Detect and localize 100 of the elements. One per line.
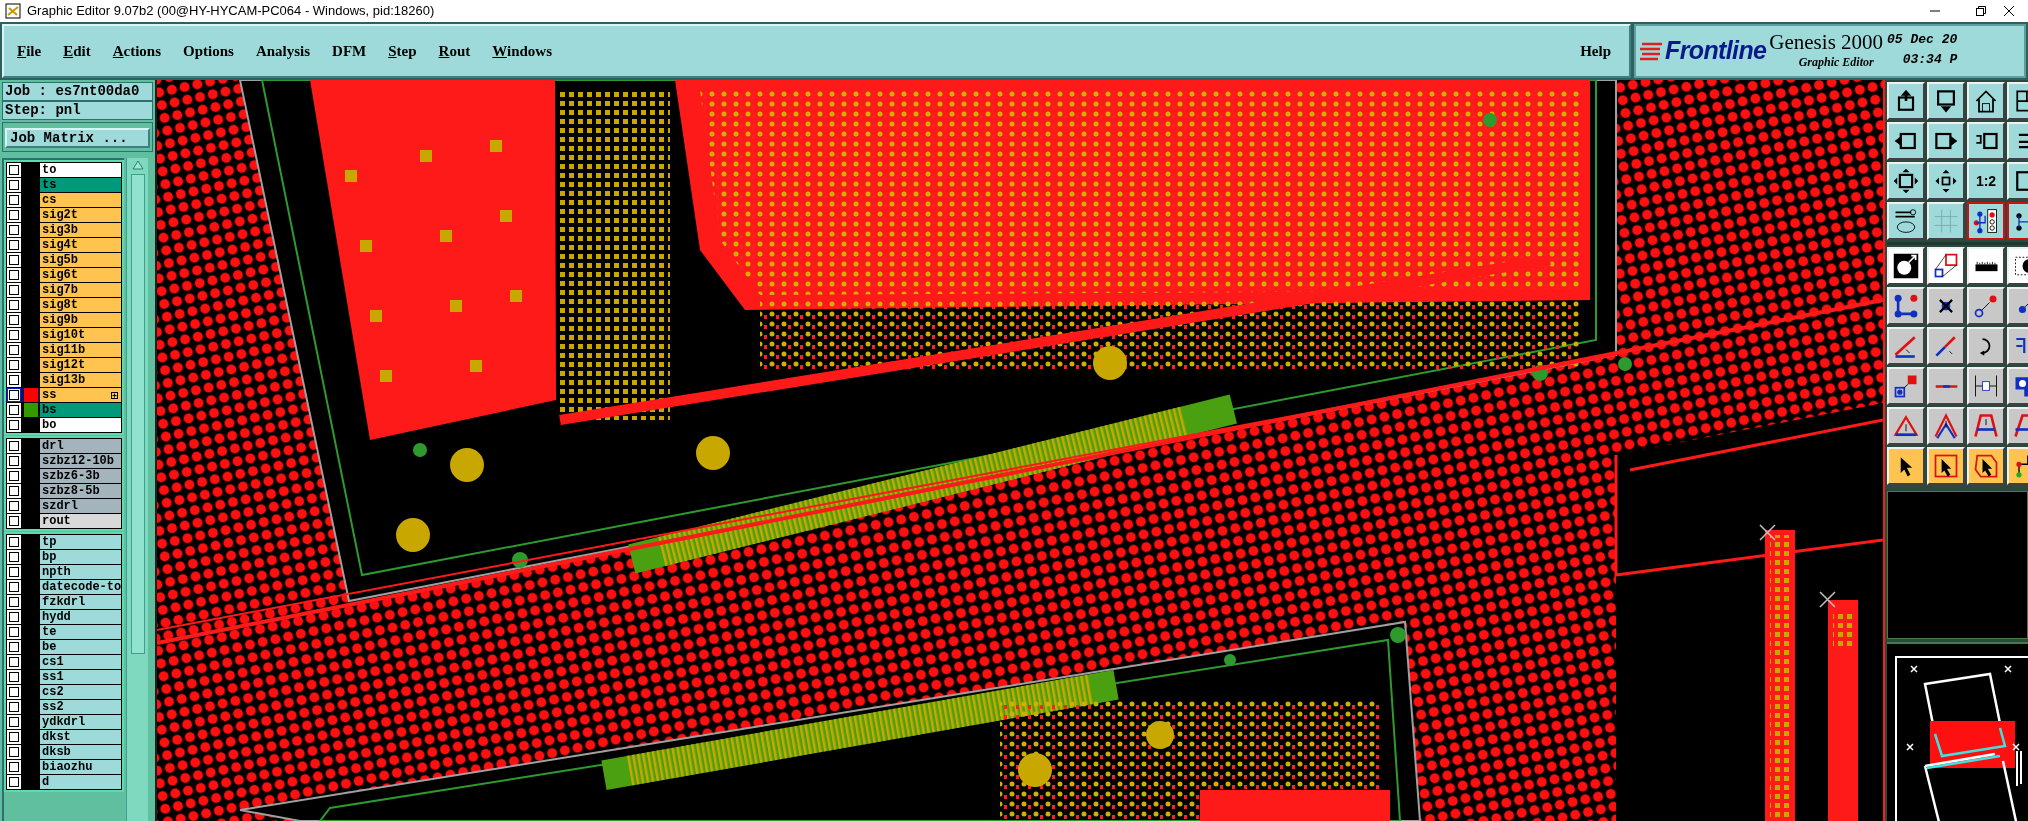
layer-row[interactable]: ydkdrl	[6, 715, 122, 729]
layer-row[interactable]: sig10t	[6, 328, 122, 342]
menu-item[interactable]: File	[17, 39, 42, 63]
layer-name[interactable]: sig2t	[40, 208, 121, 222]
layer-name[interactable]: cs1	[40, 655, 121, 669]
layer-row[interactable]: tp	[6, 535, 122, 549]
layer-row[interactable]: be	[6, 640, 122, 654]
layer-name[interactable]: to	[40, 163, 121, 177]
layer-name[interactable]: sig9b	[40, 313, 121, 327]
layer-name[interactable]: hydd	[40, 610, 121, 624]
layer-name[interactable]: bs	[40, 403, 121, 417]
layer-checkbox[interactable]	[7, 388, 21, 402]
layer-name[interactable]: cs	[40, 193, 121, 207]
layer-row[interactable]: cs2	[6, 685, 122, 699]
menu-item[interactable]: DFM	[332, 39, 367, 63]
time-text: 03:34 P	[1902, 50, 1958, 69]
layer-name[interactable]: sig3b	[40, 223, 121, 237]
layer-name[interactable]: szdrl	[40, 499, 121, 513]
layer-name[interactable]: npth	[40, 565, 121, 579]
layer-row[interactable]: sig8t	[6, 298, 122, 312]
layer-name[interactable]: szbz8-5b	[40, 484, 121, 498]
layer-row[interactable]: sig13b	[6, 373, 122, 387]
layer-name[interactable]: datecode-to	[40, 580, 122, 594]
scrollbar[interactable]	[126, 158, 148, 821]
layer-name[interactable]: sig4t	[40, 238, 121, 252]
layer-name[interactable]: ts	[40, 178, 121, 192]
layer-name[interactable]: dksb	[40, 745, 121, 759]
layer-name[interactable]: biaozhu	[40, 760, 121, 774]
layer-row[interactable]: bs	[6, 403, 122, 417]
layer-name[interactable]: szbz12-10b	[40, 454, 121, 468]
layer-row[interactable]: szdrl	[6, 499, 122, 513]
layer-row[interactable]: bp	[6, 550, 122, 564]
layer-row[interactable]: npth	[6, 565, 122, 579]
layer-row[interactable]: sig9b	[6, 313, 122, 327]
layer-row[interactable]: bo	[6, 418, 122, 432]
connected-dots-icon	[1892, 292, 1920, 320]
layer-row[interactable]: d	[6, 775, 122, 789]
layer-name[interactable]: sig10t	[40, 328, 121, 342]
layer-row[interactable]: datecode-to	[6, 580, 122, 594]
layer-row[interactable]: sig4t	[6, 238, 122, 252]
layer-row[interactable]: biaozhu	[6, 760, 122, 774]
menu-item[interactable]: Actions	[112, 39, 162, 63]
layer-name[interactable]: drl	[40, 439, 121, 453]
layer-name[interactable]: sig6t	[40, 268, 121, 282]
layer-name[interactable]: ss	[40, 388, 121, 402]
layer-name[interactable]: te	[40, 625, 121, 639]
layer-row[interactable]: te	[6, 625, 122, 639]
layer-row[interactable]: ss2	[6, 700, 122, 714]
menu-item[interactable]: Edit	[63, 39, 91, 63]
layer-row[interactable]: szbz6-3b	[6, 469, 122, 483]
layer-row[interactable]: sig6t	[6, 268, 122, 282]
layer-name[interactable]: bp	[40, 550, 121, 564]
layer-row[interactable]: fzkdrl	[6, 595, 122, 609]
layer-row[interactable]: szbz8-5b	[6, 484, 122, 498]
layer-row[interactable]: dkst	[6, 730, 122, 744]
layer-name[interactable]: fzkdrl	[40, 595, 121, 609]
layer-name[interactable]: cs2	[40, 685, 121, 699]
layer-row[interactable]: sig7b	[6, 283, 122, 297]
toolbar-button[interactable]	[1967, 202, 2005, 240]
layer-row[interactable]: sig11b	[6, 343, 122, 357]
layer-name[interactable]: sig12t	[40, 358, 121, 372]
layer-name[interactable]: sig13b	[40, 373, 121, 387]
scrollbar-thumb[interactable]	[130, 174, 145, 654]
layer-row[interactable]: sig3b	[6, 223, 122, 237]
layer-name[interactable]: bo	[40, 418, 121, 432]
menu-item[interactable]: Rout	[438, 39, 471, 63]
toolbar-button[interactable]: 1:2	[1967, 162, 2005, 200]
menu-item[interactable]: Windows	[492, 39, 553, 63]
layer-name[interactable]: sig5b	[40, 253, 121, 267]
layer-row[interactable]: to	[6, 163, 122, 177]
layer-name[interactable]: szbz6-3b	[40, 469, 121, 483]
layer-row[interactable]: szbz12-10b	[6, 454, 122, 468]
layer-name[interactable]: rout	[40, 514, 121, 528]
layer-name[interactable]: ss2	[40, 700, 121, 714]
job-matrix-button[interactable]: Job Matrix ...	[5, 128, 150, 148]
layer-row[interactable]: cs1	[6, 655, 122, 669]
layer-name[interactable]: d	[40, 775, 121, 789]
layer-row[interactable]: hydd	[6, 610, 122, 624]
help-menu[interactable]: Help	[1580, 39, 1611, 63]
menu-item[interactable]: Analysis	[255, 39, 311, 63]
layer-row[interactable]: drl	[6, 439, 122, 453]
layer-name[interactable]: be	[40, 640, 121, 654]
layer-name[interactable]: ydkdrl	[40, 715, 121, 729]
layer-row[interactable]: ts	[6, 178, 122, 192]
layer-row[interactable]: ss	[6, 388, 122, 402]
layer-row[interactable]: sig12t	[6, 358, 122, 372]
menu-item[interactable]: Options	[183, 39, 234, 63]
layer-row[interactable]: sig2t	[6, 208, 122, 222]
layer-name[interactable]: dkst	[40, 730, 121, 744]
layer-row[interactable]: cs	[6, 193, 122, 207]
layer-row[interactable]: sig5b	[6, 253, 122, 267]
layer-name[interactable]: ss1	[40, 670, 121, 684]
layer-name[interactable]: sig7b	[40, 283, 121, 297]
layer-row[interactable]: rout	[6, 514, 122, 528]
layer-name[interactable]: tp	[40, 535, 121, 549]
menu-item[interactable]: Step	[388, 39, 417, 63]
layer-name[interactable]: sig11b	[40, 343, 121, 357]
layer-row[interactable]: ss1	[6, 670, 122, 684]
layer-row[interactable]: dksb	[6, 745, 122, 759]
layer-name[interactable]: sig8t	[40, 298, 121, 312]
